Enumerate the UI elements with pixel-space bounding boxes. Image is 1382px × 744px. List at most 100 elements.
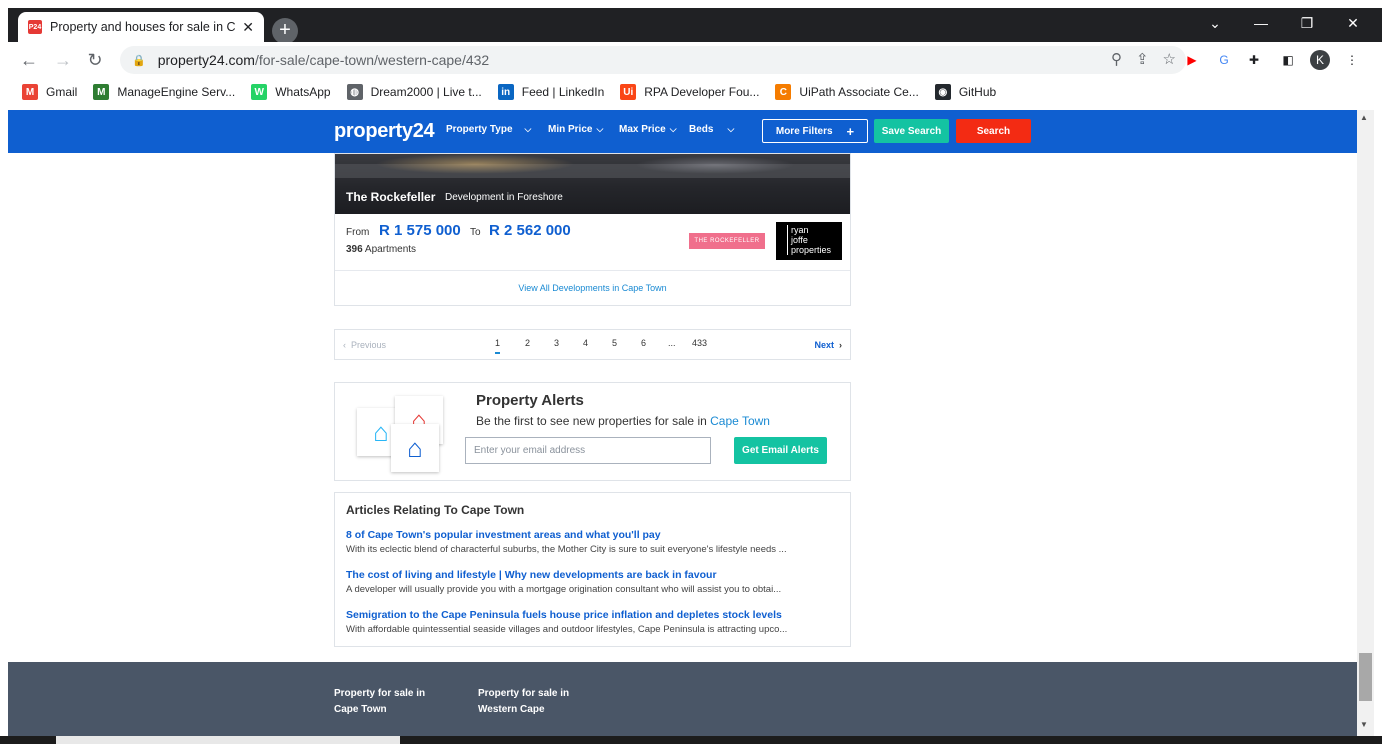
page-number-button[interactable]: 6 — [641, 338, 646, 348]
bookmark-label: RPA Developer Fou... — [644, 85, 760, 99]
browser-tab[interactable]: P24 Property and houses for sale in C ✕ — [18, 12, 264, 42]
property24-logo[interactable]: property24 — [334, 120, 435, 143]
translate-extension-icon[interactable]: G — [1214, 50, 1234, 70]
page-number-button[interactable]: 3 — [554, 338, 559, 348]
bookmark-star-icon[interactable]: ☆ — [1163, 50, 1176, 68]
article-description: With its eclectic blend of characterful … — [346, 544, 787, 555]
globe-icon: ◍ — [346, 84, 363, 100]
get-email-alerts-button[interactable]: Get Email Alerts — [734, 437, 827, 464]
share-icon[interactable]: ⇪ — [1136, 50, 1149, 68]
uipath-icon: Ui — [620, 84, 637, 100]
apartment-count: 396 Apartments — [346, 244, 416, 255]
footer-link-western-cape[interactable]: Property for sale in Western Cape — [478, 686, 569, 718]
footer-link-line: Property for sale in — [334, 688, 426, 699]
bookmark-label: UiPath Associate Ce... — [799, 85, 919, 99]
apartment-count-label: Apartments — [364, 244, 417, 255]
min-price-label: Min Price — [548, 124, 593, 135]
development-card[interactable]: The Rockefeller Development in Foreshore… — [334, 153, 851, 306]
articles-heading: Articles Relating To Cape Town — [346, 503, 525, 517]
minimize-button[interactable]: — — [1238, 8, 1284, 38]
price-from-value: R 1 575 000 — [379, 222, 461, 239]
linkedin-icon: in — [497, 84, 514, 100]
article-item[interactable]: 8 of Cape Town's popular investment area… — [346, 529, 842, 555]
page-number-button[interactable]: 433 — [692, 338, 707, 348]
article-item[interactable]: Semigration to the Cape Peninsula fuels … — [346, 609, 842, 635]
tab-search-icon[interactable]: ⌄ — [1192, 8, 1238, 38]
restore-button[interactable]: ❐ — [1284, 8, 1330, 38]
bookmark-item[interactable]: ◍ Dream2000 | Live t... — [346, 84, 482, 100]
max-price-dropdown[interactable]: Max Price ⌵ — [619, 124, 677, 135]
side-panel-icon[interactable]: ◧ — [1278, 50, 1298, 70]
chevron-down-icon: ⌵ — [727, 124, 735, 134]
chevron-down-icon: ⌵ — [524, 124, 532, 134]
bookmark-label: Feed | LinkedIn — [521, 85, 605, 99]
bookmark-item[interactable]: C UiPath Associate Ce... — [775, 84, 919, 100]
page-number-button[interactable]: 5 — [612, 338, 617, 348]
bookmark-item[interactable]: ◉ GitHub — [934, 84, 996, 100]
reload-icon[interactable]: ↻ — [82, 48, 108, 72]
beds-label: Beds — [689, 124, 714, 135]
article-item[interactable]: The cost of living and lifestyle | Why n… — [346, 569, 842, 595]
article-title[interactable]: 8 of Cape Town's popular investment area… — [346, 529, 842, 541]
whatsapp-icon: W — [251, 84, 268, 100]
price-from-label: From — [346, 227, 370, 238]
alerts-subtitle: Be the first to see new properties for s… — [476, 414, 770, 428]
more-filters-button[interactable]: More Filters + — [762, 119, 868, 143]
bookmark-item[interactable]: W WhatsApp — [251, 84, 331, 100]
bookmark-label: ManageEngine Serv... — [117, 85, 236, 99]
lock-icon: 🔒 — [132, 54, 146, 67]
next-page-button[interactable]: Next › — [814, 340, 842, 350]
forward-arrow-icon[interactable]: → — [50, 48, 76, 72]
property-type-label: Property Type — [446, 124, 513, 135]
price-to-value: R 2 562 000 — [489, 222, 571, 239]
previous-page-button[interactable]: ‹ Previous — [343, 340, 386, 350]
manageengine-icon: M — [93, 84, 110, 100]
extensions-puzzle-icon[interactable]: ✚ — [1244, 50, 1264, 70]
url-host: property24.com — [157, 52, 255, 68]
beds-dropdown[interactable]: Beds ⌵ — [689, 124, 734, 135]
youtube-extension-icon[interactable]: ▶ — [1182, 50, 1202, 70]
new-tab-button[interactable]: + — [272, 18, 298, 44]
profile-avatar[interactable]: K — [1310, 50, 1330, 70]
menu-kebab-icon[interactable]: ⋮ — [1342, 50, 1362, 70]
min-price-dropdown[interactable]: Min Price ⌵ — [548, 124, 603, 135]
ryan-joffe-agency-logo[interactable]: ryan joffe properties — [776, 222, 842, 260]
bookmark-item[interactable]: M ManageEngine Serv... — [93, 84, 235, 100]
property-alerts-panel: ⌂ ⌂ ⌂ Property Alerts Be the first to se… — [334, 382, 851, 481]
article-title[interactable]: The cost of living and lifestyle | Why n… — [346, 569, 842, 581]
back-arrow-icon[interactable]: ← — [16, 48, 42, 72]
bookmark-label: Dream2000 | Live t... — [370, 85, 482, 99]
address-bar[interactable]: 🔒 property24.com/for-sale/cape-town/west… — [120, 46, 1186, 74]
rockefeller-brand-logo: THE ROCKEFELLER — [689, 233, 765, 249]
scrollbar-thumb[interactable] — [1359, 653, 1372, 701]
pagination-ellipsis: ... — [668, 338, 676, 348]
zoom-icon[interactable]: ⚲ — [1111, 50, 1122, 68]
house-cards-illustration: ⌂ ⌂ ⌂ — [357, 396, 443, 472]
scroll-up-arrow-icon[interactable]: ▲ — [1360, 113, 1368, 122]
pagination: ‹ Previous Next › 1 2 3 4 5 6... 433 — [334, 329, 851, 360]
property-type-dropdown[interactable]: Property Type ⌵ — [446, 124, 531, 135]
alerts-city-link[interactable]: Cape Town — [710, 414, 770, 428]
plus-icon: + — [846, 123, 855, 139]
taskbar-search-box[interactable] — [56, 736, 400, 744]
development-name: The Rockefeller — [346, 190, 436, 204]
page-scrollbar[interactable]: ▲ ▼ — [1357, 110, 1374, 736]
article-title[interactable]: Semigration to the Cape Peninsula fuels … — [346, 609, 842, 621]
save-search-button[interactable]: Save Search — [874, 119, 949, 143]
page-number-button[interactable]: 4 — [583, 338, 588, 348]
scroll-down-arrow-icon[interactable]: ▼ — [1360, 720, 1368, 729]
email-field[interactable] — [465, 437, 711, 464]
close-tab-icon[interactable]: ✕ — [242, 19, 254, 36]
bookmark-item[interactable]: M Gmail — [22, 84, 77, 100]
close-window-button[interactable]: ✕ — [1330, 8, 1376, 38]
page-number-button[interactable]: 1 — [495, 338, 501, 354]
search-button[interactable]: Search — [956, 119, 1031, 143]
footer-link-cape-town[interactable]: Property for sale in Cape Town — [334, 686, 425, 718]
view-all-developments-link[interactable]: View All Developments in Cape Town — [335, 283, 850, 293]
apartment-count-value: 396 — [346, 244, 363, 255]
bookmark-item[interactable]: Ui RPA Developer Fou... — [620, 84, 759, 100]
development-subtitle: Development in Foreshore — [445, 192, 563, 203]
bookmark-item[interactable]: in Feed | LinkedIn — [497, 84, 605, 100]
page-number-button[interactable]: 2 — [525, 338, 530, 348]
page-viewport: property24 Property Type ⌵ Min Price ⌵ Max… — [8, 110, 1357, 736]
